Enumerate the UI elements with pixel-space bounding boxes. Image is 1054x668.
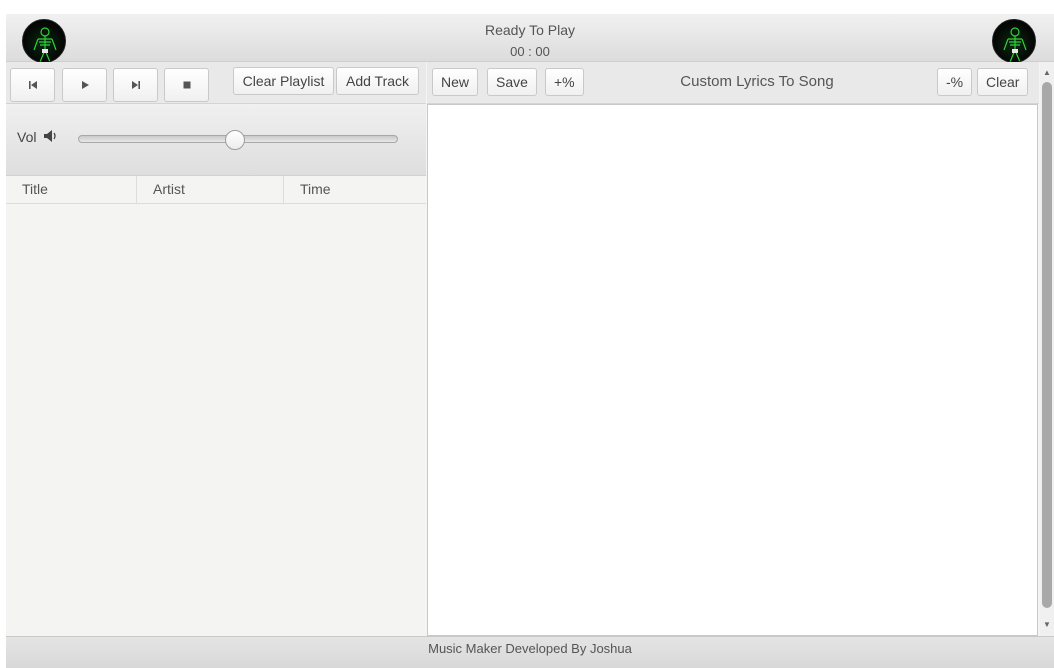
scroll-down-icon[interactable]: ▼ [1040,618,1054,632]
skeleton-logo-icon [992,19,1036,63]
increase-font-button[interactable]: +% [545,68,584,96]
stop-button[interactable] [164,68,209,102]
skip-back-icon [28,81,37,89]
stop-icon [183,81,190,89]
playlist-table: Title Artist Time [6,176,426,636]
lyrics-title: Custom Lyrics To Song [680,73,834,90]
new-lyrics-button[interactable]: New [432,68,479,96]
footer-credits: Music Maker Developed By Joshua [6,636,1054,668]
save-lyrics-button[interactable]: Save [487,68,537,96]
lyrics-editor[interactable] [427,104,1038,636]
scroll-up-icon[interactable]: ▲ [1040,66,1054,80]
playback-status: Ready To Play [484,22,575,38]
music-maker-app: Ready To Play 00 : 00 Clear Playlist Add… [6,14,1054,668]
scrollbar-thumb[interactable] [1042,82,1052,608]
playlist-header: Title Artist Time [6,176,426,204]
skip-forward-icon [131,81,140,89]
next-track-button[interactable] [113,68,158,102]
transport-toolbar: Clear Playlist Add Track [6,62,426,104]
clear-playlist-button[interactable]: Clear Playlist [233,67,334,95]
previous-track-button[interactable] [10,68,55,102]
vertical-scrollbar[interactable]: ▲ ▼ [1040,62,1054,636]
playback-time: 00 : 00 [510,44,550,59]
header-bar: Ready To Play 00 : 00 [6,14,1054,63]
column-time[interactable]: Time [284,176,426,204]
lyrics-toolbar: New Save +% Custom Lyrics To Song -% Cle… [427,62,1039,104]
column-title[interactable]: Title [6,176,137,204]
decrease-font-button[interactable]: -% [937,68,973,96]
volume-slider-handle[interactable] [224,130,245,150]
column-artist[interactable]: Artist [137,176,284,204]
clear-lyrics-button[interactable]: Clear [977,68,1029,96]
add-track-button[interactable]: Add Track [336,67,419,95]
speaker-icon [44,130,56,142]
play-button[interactable] [62,68,107,102]
volume-label: Vol [17,129,37,145]
play-icon [81,81,89,89]
